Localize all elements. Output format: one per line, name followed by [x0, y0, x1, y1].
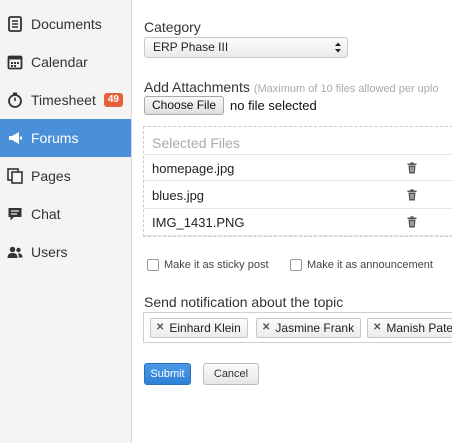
- submit-button[interactable]: Submit: [144, 363, 191, 385]
- sidebar-item-label: Timesheet: [31, 92, 96, 108]
- main-content: Category ERP Phase III Add Attachments (M…: [132, 0, 452, 443]
- announcement-option[interactable]: Make it as announcement: [290, 259, 433, 271]
- remove-icon[interactable]: ✕: [156, 319, 164, 337]
- recipient-tag: ✕ Einhard Klein: [150, 318, 248, 338]
- attachments-label: Add Attachments (Maximum of 10 files allo…: [144, 79, 438, 95]
- calendar-icon: [6, 53, 24, 71]
- trash-icon[interactable]: [406, 189, 418, 201]
- recipient-name: Jasmine Frank: [275, 321, 355, 335]
- category-select[interactable]: ERP Phase III: [144, 37, 348, 58]
- trash-icon[interactable]: [406, 216, 418, 228]
- sidebar: Documents Calendar Timesheet 49 Forums P…: [0, 0, 132, 443]
- file-item: homepage.jpg: [144, 154, 452, 181]
- notification-label: Send notification about the topic: [144, 294, 344, 310]
- recipient-tag: ✕ Manish Pate: [367, 318, 452, 338]
- recipient-name: Einhard Klein: [169, 321, 241, 335]
- file-name: blues.jpg: [152, 188, 205, 203]
- recipients-input[interactable]: ✕ Einhard Klein ✕ Jasmine Frank ✕ Manish Pa…: [143, 312, 452, 343]
- document-icon: [6, 15, 24, 33]
- sticky-post-label: Make it as sticky post: [164, 259, 269, 271]
- attachments-hint: (Maximum of 10 files allowed per uplo: [253, 83, 439, 95]
- sidebar-item-label: Forums: [31, 130, 79, 146]
- sidebar-item-label: Chat: [31, 206, 61, 222]
- select-arrows-icon: [335, 42, 341, 53]
- category-select-value: ERP Phase III: [153, 40, 229, 54]
- sidebar-item-forums[interactable]: Forums: [0, 119, 131, 157]
- file-name: homepage.jpg: [152, 161, 235, 176]
- sidebar-item-label: Documents: [31, 16, 102, 32]
- recipient-name: Manish Pate: [386, 321, 452, 335]
- remove-icon[interactable]: ✕: [373, 319, 381, 337]
- selected-files-title: Selected Files: [152, 135, 240, 151]
- notification-badge: 49: [103, 93, 123, 107]
- file-item: IMG_1431.PNG: [144, 209, 452, 236]
- sidebar-item-timesheet[interactable]: Timesheet 49: [0, 81, 131, 119]
- timer-icon: [6, 91, 24, 109]
- file-status: no file selected: [230, 98, 317, 113]
- announcement-checkbox[interactable]: [290, 259, 302, 271]
- category-label: Category: [144, 19, 201, 35]
- sidebar-item-pages[interactable]: Pages: [0, 157, 131, 195]
- trash-icon[interactable]: [406, 162, 418, 174]
- sidebar-item-label: Users: [31, 244, 68, 260]
- recipient-tag: ✕ Jasmine Frank: [256, 318, 362, 338]
- sticky-post-checkbox[interactable]: [147, 259, 159, 271]
- sidebar-item-chat[interactable]: Chat: [0, 195, 131, 233]
- file-input: Choose File no file selected: [144, 96, 317, 115]
- sidebar-item-calendar[interactable]: Calendar: [0, 43, 131, 81]
- attachments-title: Add Attachments: [144, 79, 250, 95]
- sidebar-item-label: Calendar: [31, 54, 88, 70]
- sidebar-item-label: Pages: [31, 168, 71, 184]
- announcement-label: Make it as announcement: [307, 259, 433, 271]
- megaphone-icon: [6, 129, 24, 147]
- pages-icon: [6, 167, 24, 185]
- selected-files-box: Selected Files homepage.jpg blues.jpg IM…: [143, 126, 452, 237]
- sidebar-item-documents[interactable]: Documents: [0, 5, 131, 43]
- chat-icon: [6, 205, 24, 223]
- remove-icon[interactable]: ✕: [262, 319, 270, 337]
- users-icon: [6, 243, 24, 261]
- choose-file-button[interactable]: Choose File: [144, 96, 225, 115]
- sticky-post-option[interactable]: Make it as sticky post: [147, 259, 269, 271]
- sidebar-item-users[interactable]: Users: [0, 233, 131, 271]
- file-item: blues.jpg: [144, 182, 452, 209]
- cancel-button[interactable]: Cancel: [203, 363, 259, 385]
- file-name: IMG_1431.PNG: [152, 215, 245, 230]
